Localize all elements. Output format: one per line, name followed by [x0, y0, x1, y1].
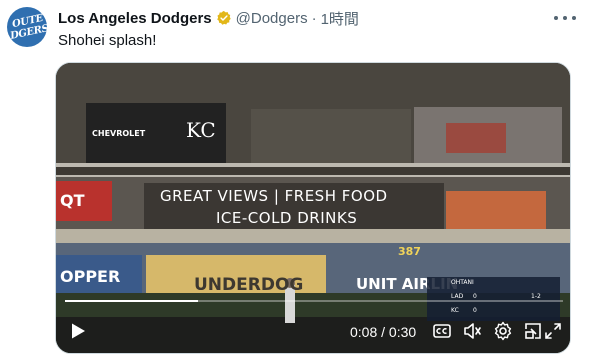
video-player[interactable]: CHEVROLET KC GREAT VIEWS | FRESH FOOD IC… [55, 62, 571, 354]
scorebug-team-2: KC [451, 307, 459, 314]
underdog-ad: UNDERDOG [194, 275, 304, 295]
scorebug-score-2: 0 [473, 307, 477, 314]
banner-line-1: GREAT VIEWS | FRESH FOOD [160, 187, 388, 205]
duration: 0:30 [388, 324, 417, 340]
left-wall-ad: OPPER [60, 267, 121, 286]
distance-marker: 387 [398, 245, 421, 258]
gear-icon[interactable] [493, 321, 513, 341]
separator-dot: · [311, 9, 317, 27]
sponsor-sign-1: CHEVROLET [92, 129, 146, 138]
tweet-text: Shohei splash! [58, 32, 157, 49]
video-timecode: 0:08 / 0:30 [350, 324, 417, 340]
post-time[interactable]: 1時間 [321, 8, 359, 29]
banner-line-2: ICE-COLD DRINKS [216, 209, 358, 227]
scorebug-inning: 1-2 [531, 293, 541, 300]
sponsor-sign-2: KC [186, 118, 216, 142]
progress-bar[interactable] [65, 300, 563, 302]
scorebug: OHTANI LAD 0 KC 0 1-2 [427, 277, 560, 321]
scorebug-team-1: LAD [451, 293, 464, 300]
picture-in-picture-icon[interactable] [523, 321, 543, 341]
tweet-header: Los Angeles Dodgers @Dodgers · 1時間 [58, 8, 359, 29]
verified-badge-icon [216, 11, 231, 25]
video-controls: 0:08 / 0:30 [56, 317, 570, 345]
qt-sign: QT [60, 191, 85, 210]
more-icon[interactable] [554, 10, 576, 26]
fullscreen-icon[interactable] [543, 321, 563, 341]
play-icon[interactable] [68, 321, 88, 341]
scorebug-score-1: 0 [473, 293, 477, 300]
avatar[interactable]: OUTE DGERS [7, 7, 47, 47]
account-name[interactable]: Los Angeles Dodgers [58, 10, 212, 27]
captions-icon[interactable] [432, 321, 452, 341]
current-time: 0:08 [350, 324, 378, 340]
progress-fill [65, 300, 198, 302]
volume-icon[interactable] [462, 321, 482, 341]
account-handle[interactable]: @Dodgers [236, 10, 308, 27]
scorebug-batter: OHTANI [451, 279, 474, 286]
